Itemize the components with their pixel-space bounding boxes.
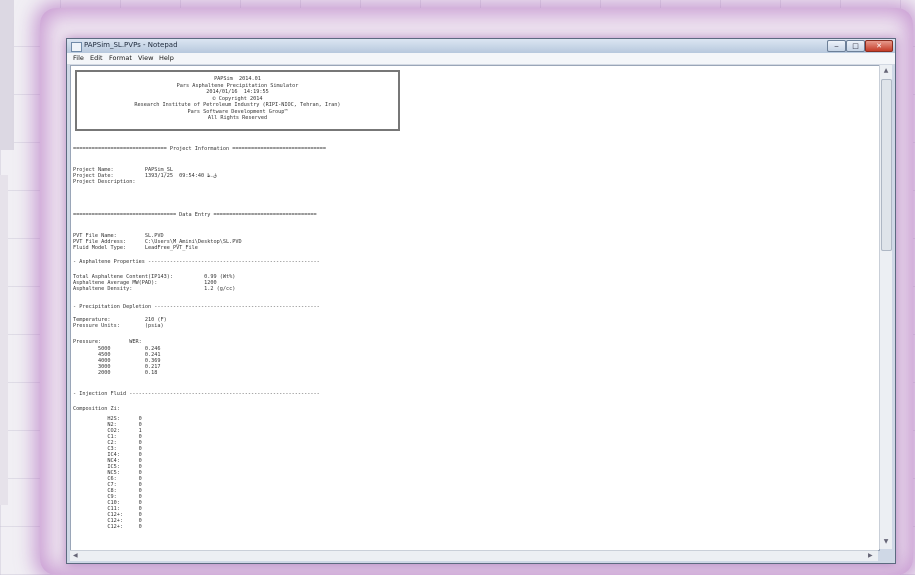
vertical-scrollbar[interactable]: ▲ ▼ — [879, 65, 892, 549]
project-info-banner: ============================== Project I… — [73, 146, 326, 152]
precipitation-line: Pressure: WER: — [73, 339, 142, 345]
desktop-panel — [0, 175, 8, 505]
horizontal-scrollbar[interactable]: ◀ ▶ — [70, 550, 878, 561]
scroll-thumb[interactable] — [881, 79, 892, 251]
asphaltene-line: Asphaltene Density: 1.2 (g/cc) — [73, 286, 236, 292]
menu-help[interactable]: Help — [159, 54, 174, 62]
injection-banner: - Injection Fluid ----------------------… — [73, 391, 320, 397]
precipitation-banner: - Precipitation Depletion --------------… — [73, 304, 320, 310]
notepad-window: PAPSim_SL.PVPs - Notepad ‒ □ ✕ File Edit… — [66, 38, 896, 564]
data-entry-banner: ================================= Data E… — [73, 212, 317, 218]
text-editor[interactable]: PAPSim 2014.01 Pars Asphaltene Precipita… — [70, 65, 880, 551]
injection-line: C12+: 0 — [73, 524, 142, 530]
injection-line: Composition Zi: — [73, 406, 120, 412]
menu-file[interactable]: File — [73, 54, 84, 62]
title-bar[interactable]: PAPSim_SL.PVPs - Notepad ‒ □ ✕ — [67, 39, 895, 53]
header-box: PAPSim 2014.01 Pars Asphaltene Precipita… — [75, 70, 400, 131]
maximize-button[interactable]: □ — [846, 40, 865, 52]
menu-bar: File Edit Format View Help — [67, 53, 895, 65]
scroll-up-arrow-icon[interactable]: ▲ — [881, 66, 891, 76]
scroll-left-arrow-icon[interactable]: ◀ — [73, 551, 78, 561]
desktop-panel — [0, 0, 14, 150]
close-button[interactable]: ✕ — [865, 40, 893, 52]
scroll-down-arrow-icon[interactable]: ▼ — [881, 537, 891, 547]
menu-edit[interactable]: Edit — [90, 54, 103, 62]
minimize-button[interactable]: ‒ — [827, 40, 846, 52]
precipitation-line: 2000 0.18 — [73, 370, 158, 376]
header-line: All Rights Reserved — [207, 115, 268, 121]
precipitation-line: Pressure Units: (psia) — [73, 323, 164, 329]
notepad-icon — [71, 42, 82, 52]
asphaltene-banner: - Asphaltene Properties ----------------… — [73, 259, 320, 265]
window-title: PAPSim_SL.PVPs - Notepad — [84, 41, 178, 49]
project-info-line: Project Description: — [73, 179, 136, 185]
menu-view[interactable]: View — [138, 54, 153, 62]
header-lines: PAPSim 2014.01 Pars Asphaltene Precipita… — [77, 76, 398, 122]
menu-format[interactable]: Format — [109, 54, 132, 62]
scroll-right-arrow-icon[interactable]: ▶ — [868, 551, 873, 561]
data-entry-line: Fluid Model Type: LeadFree_PVT_File — [73, 245, 198, 251]
